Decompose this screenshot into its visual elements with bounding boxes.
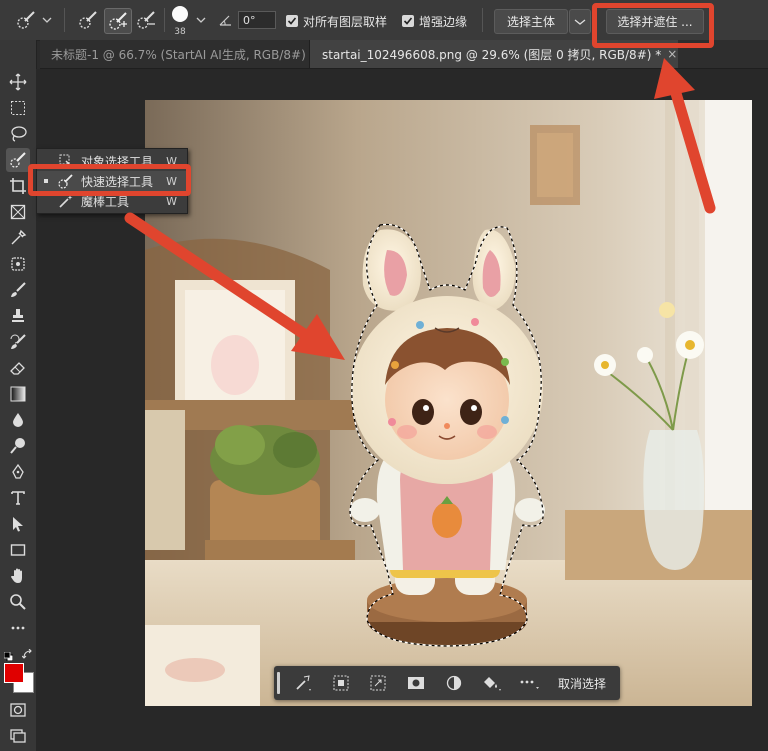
frame-tool-icon[interactable] <box>6 200 30 224</box>
default-colors-icon[interactable] <box>3 646 14 662</box>
eraser-icon[interactable] <box>6 356 30 380</box>
rectangular-marquee-icon[interactable] <box>6 96 30 120</box>
separator <box>64 8 65 32</box>
close-icon[interactable]: × <box>667 47 677 61</box>
deselect-button[interactable]: 取消选择 <box>558 666 606 700</box>
adjustment-layer-icon[interactable] <box>442 671 466 695</box>
felt-bunny-figure-photo <box>145 100 752 706</box>
quick-selection-preset-icon[interactable] <box>14 8 38 32</box>
document-canvas[interactable] <box>145 100 752 706</box>
select-subject-dropdown-button[interactable] <box>569 9 591 34</box>
angle-icon <box>218 12 234 28</box>
chevron-down-icon <box>574 18 586 25</box>
angle-input[interactable]: 0° <box>238 11 276 29</box>
contextual-task-bar: 取消选择 <box>274 666 620 700</box>
sample-all-layers-checkbox[interactable]: 对所有图层取样 <box>286 14 388 29</box>
lasso-icon[interactable] <box>6 122 30 146</box>
clone-stamp-icon[interactable] <box>6 304 30 328</box>
screen-mode-icon[interactable] <box>6 724 30 748</box>
add-mask-icon[interactable] <box>404 671 428 695</box>
select-subject-button[interactable]: 选择主体 <box>494 9 568 34</box>
pen-tool-icon[interactable] <box>6 460 30 484</box>
history-brush-icon[interactable] <box>6 330 30 354</box>
separator <box>164 8 165 32</box>
foreground-color-swatch[interactable] <box>4 663 24 683</box>
tab-label: 未标题-1 @ 66.7% (StartAI AI生成, RGB/8#) * <box>51 47 316 62</box>
more-tools-icon[interactable] <box>6 616 30 640</box>
tab-label: startai_102496608.png @ 29.6% (图层 0 拷贝, … <box>322 47 662 62</box>
hand-tool-icon[interactable] <box>6 564 30 588</box>
dodge-tool-icon[interactable] <box>6 434 30 458</box>
select-subject-icon[interactable] <box>329 671 353 695</box>
eyedropper-icon[interactable] <box>6 226 30 250</box>
rectangle-tool-icon[interactable] <box>6 538 30 562</box>
flyout-item-shortcut: W <box>166 194 177 208</box>
add-to-selection-icon[interactable] <box>104 8 132 34</box>
new-selection-icon[interactable] <box>76 8 100 32</box>
spot-healing-icon[interactable] <box>6 252 30 276</box>
checkbox-checked-icon <box>402 15 414 27</box>
preset-dropdown-icon[interactable] <box>42 14 52 26</box>
quick-mask-icon[interactable] <box>6 698 30 722</box>
quick-selection-tool-icon[interactable] <box>6 148 30 172</box>
tab-untitled-1[interactable]: 未标题-1 @ 66.7% (StartAI AI生成, RGB/8#) * × <box>40 40 332 68</box>
blur-tool-icon[interactable] <box>6 408 30 432</box>
tools-panel <box>0 40 37 751</box>
highlight-box-select-and-mask <box>592 3 714 48</box>
move-tool-icon[interactable] <box>6 70 30 94</box>
modify-selection-icon[interactable] <box>292 671 316 695</box>
brush-size-value: 38 <box>174 27 186 37</box>
sample-all-layers-label: 对所有图层取样 <box>303 14 388 29</box>
separator <box>482 8 483 32</box>
drag-handle[interactable] <box>277 672 280 694</box>
enhance-edge-label: 增强边缘 <box>419 14 468 29</box>
type-tool-icon[interactable] <box>6 486 30 510</box>
checkbox-checked-icon <box>286 15 298 27</box>
crop-tool-icon[interactable] <box>6 174 30 198</box>
subtract-from-selection-icon[interactable] <box>134 8 158 32</box>
highlight-box-quick-selection <box>28 164 191 196</box>
brush-size-preview[interactable] <box>172 6 188 22</box>
swap-colors-icon[interactable] <box>21 645 34 659</box>
more-options-icon[interactable] <box>518 671 542 695</box>
path-selection-icon[interactable] <box>6 512 30 536</box>
transform-selection-icon[interactable] <box>366 671 390 695</box>
zoom-tool-icon[interactable] <box>6 590 30 614</box>
gradient-icon[interactable] <box>6 382 30 406</box>
enhance-edge-checkbox[interactable]: 增强边缘 <box>402 14 468 29</box>
brush-tool-icon[interactable] <box>6 278 30 302</box>
brush-dropdown-icon[interactable] <box>196 14 206 26</box>
fill-selection-icon[interactable] <box>480 671 504 695</box>
